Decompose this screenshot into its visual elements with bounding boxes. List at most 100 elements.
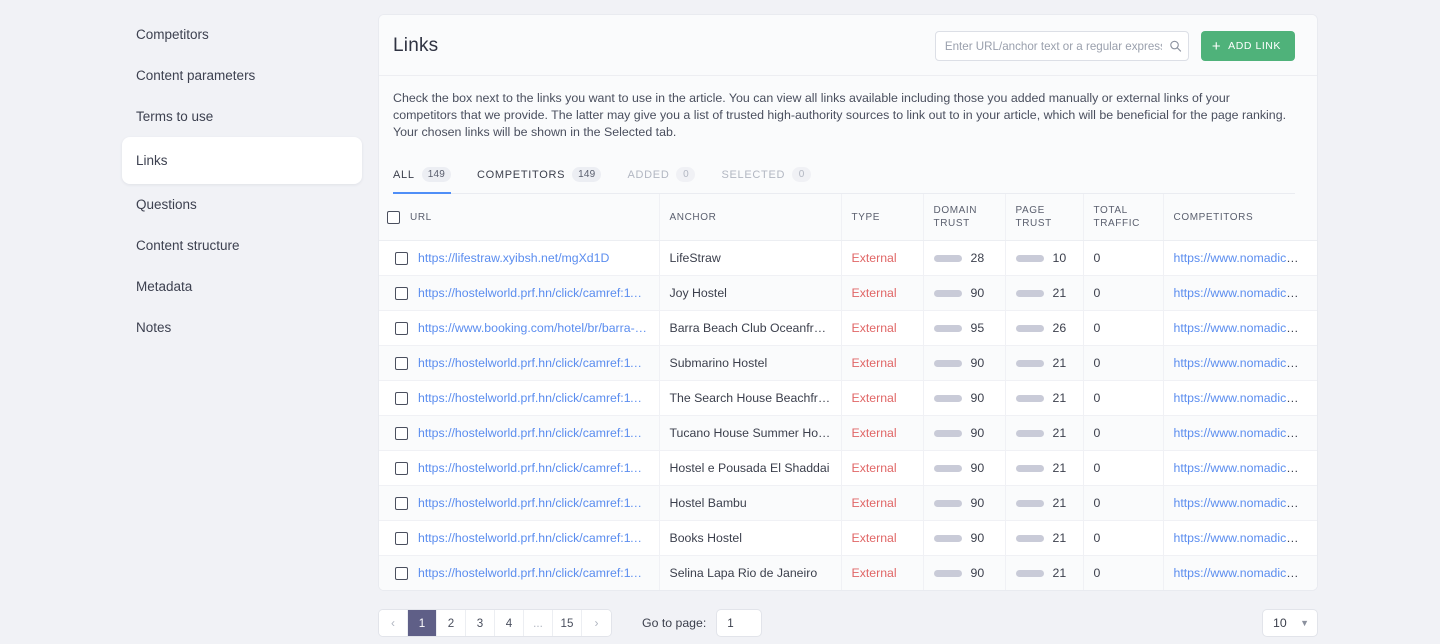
page-size-select[interactable]: 10 ▼ <box>1262 609 1318 637</box>
tab-competitors[interactable]: COMPETITORS 149 <box>477 167 602 193</box>
tab-selected[interactable]: SELECTED 0 <box>721 167 812 193</box>
trust-value: 90 <box>970 566 985 580</box>
url-link[interactable]: https://lifestraw.xyibsh.net/mgXd1D <box>418 251 609 265</box>
competitor-link[interactable]: https://www.nomadicmat... <box>1174 321 1318 335</box>
cell-domain-trust: 28 <box>923 240 1006 276</box>
row-checkbox[interactable] <box>395 251 408 265</box>
sidebar-item-label: Metadata <box>136 279 193 294</box>
row-checkbox[interactable] <box>395 286 408 300</box>
cell-domain-trust: 90 <box>923 450 1006 486</box>
sidebar-item-label: Notes <box>136 320 172 335</box>
url-link[interactable]: https://hostelworld.prf.hn/click/camref:… <box>418 426 649 440</box>
competitor-link[interactable]: https://www.nomadicmat... <box>1174 531 1318 545</box>
trust-bar <box>933 464 962 472</box>
pagination-prev-button[interactable]: ‹ <box>379 610 408 636</box>
url-link[interactable]: https://hostelworld.prf.hn/click/camref:… <box>418 356 649 370</box>
link-type-label: External <box>851 286 897 300</box>
table-row: https://hostelworld.prf.hn/click/camref:… <box>379 520 1318 556</box>
competitor-link[interactable]: https://www.nomadicmat... <box>1174 426 1318 440</box>
trust-value: 90 <box>970 461 985 475</box>
pagination-page-2[interactable]: 2 <box>437 610 466 636</box>
main-content: Links + ADD LINK Check <box>362 0 1440 644</box>
url-link[interactable]: https://hostelworld.prf.hn/click/camref:… <box>418 391 649 405</box>
row-checkbox[interactable] <box>395 461 408 475</box>
pagination-next-button[interactable]: › <box>582 610 611 636</box>
search-input[interactable] <box>934 31 1189 61</box>
select-all-checkbox[interactable] <box>387 210 400 224</box>
cell-domain-trust: 95 <box>923 310 1006 346</box>
trust-bar <box>1015 429 1044 437</box>
competitor-link[interactable]: https://www.nomadicmat... <box>1174 286 1318 300</box>
goto-page-group: Go to page: <box>642 609 763 637</box>
cell-total-traffic: 0 <box>1083 415 1164 451</box>
sidebar-item-metadata[interactable]: Metadata <box>122 266 362 307</box>
tab-count: 149 <box>421 167 451 182</box>
url-link[interactable]: https://hostelworld.prf.hn/click/camref:… <box>418 496 649 510</box>
column-header-competitors: COMPETITORS <box>1163 194 1317 241</box>
trust-value: 26 <box>1052 321 1067 335</box>
cell-domain-trust: 90 <box>923 485 1006 521</box>
competitor-link[interactable]: https://www.nomadicmat... <box>1174 356 1318 370</box>
trust-value: 90 <box>970 531 985 545</box>
cell-anchor: Joy Hostel <box>659 275 842 311</box>
sidebar-item-content-structure[interactable]: Content structure <box>122 225 362 266</box>
pagination: ‹ 1 2 3 4 ... 15 › <box>378 609 612 637</box>
row-checkbox[interactable] <box>395 566 408 580</box>
competitor-link[interactable]: https://www.nomadicmat... <box>1174 461 1318 475</box>
url-link[interactable]: https://www.booking.com/hotel/br/barra-b… <box>418 321 649 335</box>
trust-value: 21 <box>1052 426 1067 440</box>
cell-type: External <box>841 520 924 556</box>
cell-anchor: The Search House Beachfront ... <box>659 380 842 416</box>
cell-domain-trust: 90 <box>923 345 1006 381</box>
cell-total-traffic: 0 <box>1083 345 1164 381</box>
url-link[interactable]: https://hostelworld.prf.hn/click/camref:… <box>418 531 649 545</box>
link-type-label: External <box>851 426 897 440</box>
link-type-label: External <box>851 461 897 475</box>
pagination-page-4[interactable]: 4 <box>495 610 524 636</box>
sidebar-item-notes[interactable]: Notes <box>122 307 362 348</box>
add-link-button[interactable]: + ADD LINK <box>1200 31 1295 61</box>
goto-page-input[interactable] <box>716 609 763 637</box>
card-body: Check the box next to the links you want… <box>379 76 1317 194</box>
url-link[interactable]: https://hostelworld.prf.hn/click/camref:… <box>418 461 649 475</box>
cell-anchor: Submarino Hostel <box>659 345 842 381</box>
competitor-link[interactable]: https://www.nomadicmat... <box>1174 496 1318 510</box>
competitor-link[interactable]: https://www.nomadicmat... <box>1174 251 1318 265</box>
trust-bar <box>1015 534 1044 542</box>
trust-bar <box>1015 499 1044 507</box>
pagination-page-15[interactable]: 15 <box>553 610 582 636</box>
cell-url: https://hostelworld.prf.hn/click/camref:… <box>379 345 660 381</box>
cell-total-traffic: 0 <box>1083 275 1164 311</box>
pagination-page-3[interactable]: 3 <box>466 610 495 636</box>
cell-domain-trust: 90 <box>923 415 1006 451</box>
competitor-link[interactable]: https://www.nomadicmat... <box>1174 391 1318 405</box>
trust-bar <box>933 429 962 437</box>
chevron-down-icon: ▼ <box>1300 618 1309 628</box>
sidebar-item-links[interactable]: Links <box>122 137 362 184</box>
sidebar-item-competitors[interactable]: Competitors <box>122 14 362 55</box>
cell-total-traffic: 0 <box>1083 485 1164 521</box>
tab-all[interactable]: ALL 149 <box>393 167 451 194</box>
cell-type: External <box>841 415 924 451</box>
tab-added[interactable]: ADDED 0 <box>627 167 696 193</box>
url-link[interactable]: https://hostelworld.prf.hn/click/camref:… <box>418 286 649 300</box>
sidebar-item-terms-to-use[interactable]: Terms to use <box>122 96 362 137</box>
column-header-total-traffic: TOTAL TRAFFIC <box>1083 194 1164 241</box>
trust-value: 90 <box>970 496 985 510</box>
row-checkbox[interactable] <box>395 531 408 545</box>
row-checkbox[interactable] <box>395 321 408 335</box>
row-checkbox[interactable] <box>395 391 408 405</box>
sidebar-item-questions[interactable]: Questions <box>122 184 362 225</box>
pagination-page-1[interactable]: 1 <box>408 610 437 636</box>
links-table: URL ANCHOR TYPE DOMAIN TRUST PAGE TRUST … <box>379 194 1317 590</box>
trust-bar <box>933 289 962 297</box>
cell-type: External <box>841 380 924 416</box>
tab-count: 0 <box>676 167 696 182</box>
row-checkbox[interactable] <box>395 426 408 440</box>
competitor-link[interactable]: https://www.nomadicmat... <box>1174 566 1318 580</box>
row-checkbox[interactable] <box>395 496 408 510</box>
tab-label: ALL <box>393 168 415 181</box>
url-link[interactable]: https://hostelworld.prf.hn/click/camref:… <box>418 566 649 580</box>
row-checkbox[interactable] <box>395 356 408 370</box>
sidebar-item-content-parameters[interactable]: Content parameters <box>122 55 362 96</box>
